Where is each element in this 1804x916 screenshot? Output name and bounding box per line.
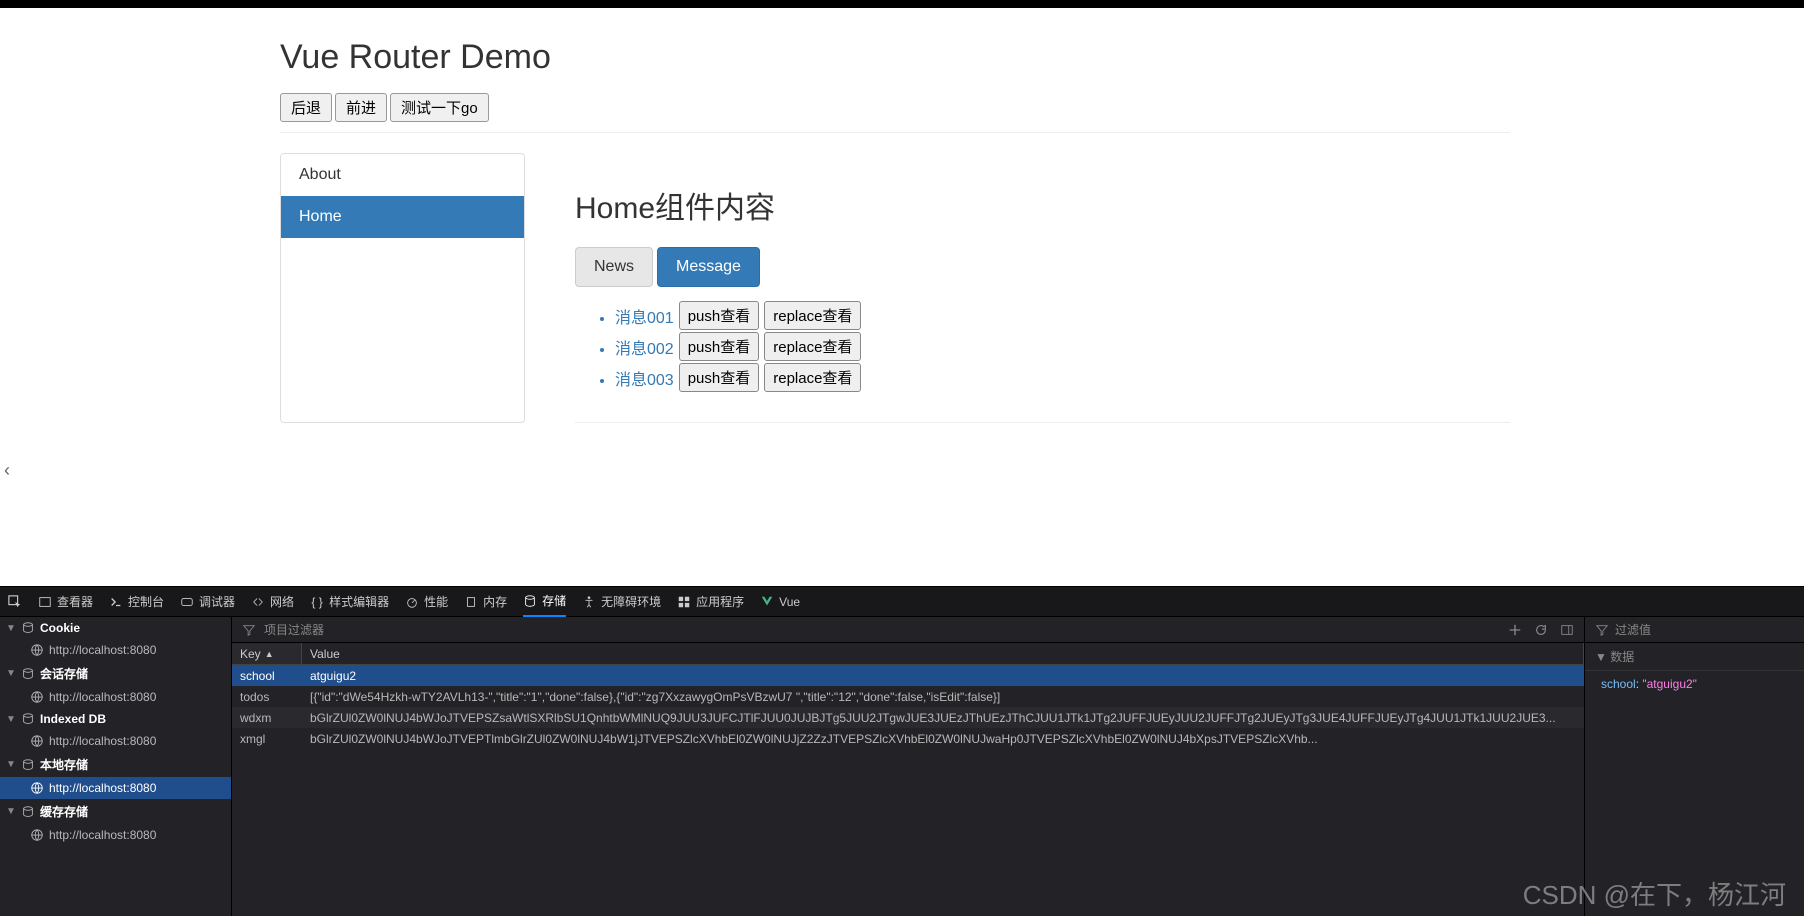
refresh-icon[interactable] [1534, 623, 1548, 637]
side-nav: About Home [280, 153, 525, 423]
add-icon[interactable] [1508, 623, 1522, 637]
filter-icon [1595, 623, 1609, 637]
storage-table-panel: 项目过滤器 Key▲ Value school atguigu2 todos [232, 617, 1584, 916]
sub-tabs: News Message [575, 247, 1510, 287]
message-link[interactable]: 消息003 [615, 366, 674, 390]
replace-view-button[interactable]: replace查看 [764, 332, 861, 361]
list-item: 消息001 push查看 replace查看 [615, 301, 1510, 330]
sidenav-item-home[interactable]: Home [281, 196, 524, 238]
push-view-button[interactable]: push查看 [679, 301, 760, 330]
tool-network[interactable]: 网络 [251, 593, 294, 610]
tool-vue[interactable]: Vue [760, 595, 800, 609]
window-top-border [0, 0, 1804, 8]
filter-icon [242, 623, 256, 637]
tree-origin[interactable]: http://localhost:8080 [0, 824, 231, 846]
globe-icon [30, 643, 44, 657]
col-value[interactable]: Value [302, 643, 1584, 664]
home-heading: Home组件内容 [575, 183, 1510, 227]
tree-origin[interactable]: http://localhost:8080 [0, 730, 231, 752]
pick-element-icon[interactable] [8, 595, 22, 609]
tree-group-session[interactable]: ▼会话存储 [0, 661, 231, 686]
items-filter-bar: 项目过滤器 [232, 617, 1584, 643]
content-row: About Home Home组件内容 News Message 消息001 p… [280, 153, 1510, 423]
tool-console[interactable]: 控制台 [109, 593, 164, 610]
globe-icon [30, 734, 44, 748]
forward-button[interactable]: 前进 [335, 93, 387, 122]
page-title: Vue Router Demo [280, 38, 1510, 77]
data-value: "atguigu2" [1642, 677, 1697, 691]
tab-news[interactable]: News [575, 247, 653, 287]
replace-view-button[interactable]: replace查看 [764, 301, 861, 330]
tool-debugger[interactable]: 调试器 [180, 593, 235, 610]
list-item: 消息003 push查看 replace查看 [615, 363, 1510, 392]
tree-origin[interactable]: http://localhost:8080 [0, 777, 231, 799]
tree-origin[interactable]: http://localhost:8080 [0, 639, 231, 661]
database-icon [21, 758, 35, 772]
tool-performance[interactable]: 性能 [405, 593, 448, 610]
table-rows: school atguigu2 todos [{"id":"dWe54Hzkh-… [232, 665, 1584, 916]
tool-application[interactable]: 应用程序 [677, 593, 744, 610]
tree-group-local[interactable]: ▼本地存储 [0, 752, 231, 777]
data-body: school: "atguigu2" [1585, 671, 1804, 697]
push-view-button[interactable]: push查看 [679, 332, 760, 361]
app-page: Vue Router Demo 后退 前进 测试一下go About Home … [0, 8, 1530, 443]
nav-button-row: 后退 前进 测试一下go [280, 93, 1510, 133]
col-key[interactable]: Key▲ [232, 643, 302, 664]
tab-message[interactable]: Message [657, 247, 760, 287]
database-icon [21, 712, 35, 726]
test-go-button[interactable]: 测试一下go [390, 93, 489, 122]
data-key: school [1601, 677, 1636, 691]
push-view-button[interactable]: push查看 [679, 363, 760, 392]
tree-origin[interactable]: http://localhost:8080 [0, 686, 231, 708]
tool-storage[interactable]: 存储 [523, 587, 566, 617]
table-header: Key▲ Value [232, 643, 1584, 665]
scroll-left-indicator[interactable]: ‹ [4, 460, 10, 481]
devtools-toolbar: 查看器 控制台 调试器 网络 { }样式编辑器 性能 内存 存储 无障碍环境 应… [0, 587, 1804, 617]
replace-view-button[interactable]: replace查看 [764, 363, 861, 392]
filter-placeholder[interactable]: 项目过滤器 [264, 621, 324, 638]
devtools-body: ▼Cookie http://localhost:8080 ▼会话存储 http… [0, 617, 1804, 916]
devtools-panel: 查看器 控制台 调试器 网络 { }样式编辑器 性能 内存 存储 无障碍环境 应… [0, 586, 1804, 916]
back-button[interactable]: 后退 [280, 93, 332, 122]
data-inspector: 过滤值 ▼ 数据 school: "atguigu2" [1584, 617, 1804, 916]
database-icon [21, 667, 35, 681]
data-heading: ▼ 数据 [1585, 643, 1804, 671]
globe-icon [30, 828, 44, 842]
table-row[interactable]: xmgl bGlrZUl0ZW0lNUJ4bWJoJTVEPTlmbGlrZUl… [232, 728, 1584, 749]
table-row[interactable]: wdxm bGlrZUl0ZW0lNUJ4bWJoJTVEPSZsaWtlSXR… [232, 707, 1584, 728]
table-row[interactable]: todos [{"id":"dWe54Hzkh-wTY2AVLh13-","ti… [232, 686, 1584, 707]
list-item: 消息002 push查看 replace查看 [615, 332, 1510, 361]
tree-group-indexeddb[interactable]: ▼Indexed DB [0, 708, 231, 730]
tool-inspector[interactable]: 查看器 [38, 593, 93, 610]
database-icon [21, 805, 35, 819]
tool-memory[interactable]: 内存 [464, 593, 507, 610]
storage-tree: ▼Cookie http://localhost:8080 ▼会话存储 http… [0, 617, 232, 916]
sidenav-item-about[interactable]: About [281, 154, 524, 196]
main-panel: Home组件内容 News Message 消息001 push查看 repla… [575, 153, 1510, 423]
table-row[interactable]: school atguigu2 [232, 665, 1584, 686]
globe-icon [30, 781, 44, 795]
message-list: 消息001 push查看 replace查看 消息002 push查看 repl… [575, 301, 1510, 392]
tree-group-cache[interactable]: ▼缓存存储 [0, 799, 231, 824]
value-filter-placeholder[interactable]: 过滤值 [1615, 621, 1651, 638]
database-icon [21, 621, 35, 635]
tool-a11y[interactable]: 无障碍环境 [582, 593, 661, 610]
message-link[interactable]: 消息002 [615, 335, 674, 359]
tool-style[interactable]: { }样式编辑器 [310, 593, 389, 610]
sidebar-toggle-icon[interactable] [1560, 623, 1574, 637]
message-link[interactable]: 消息001 [615, 304, 674, 328]
globe-icon [30, 690, 44, 704]
tree-group-cookie[interactable]: ▼Cookie [0, 617, 231, 639]
divider [575, 422, 1510, 423]
value-filter-bar: 过滤值 [1585, 617, 1804, 643]
